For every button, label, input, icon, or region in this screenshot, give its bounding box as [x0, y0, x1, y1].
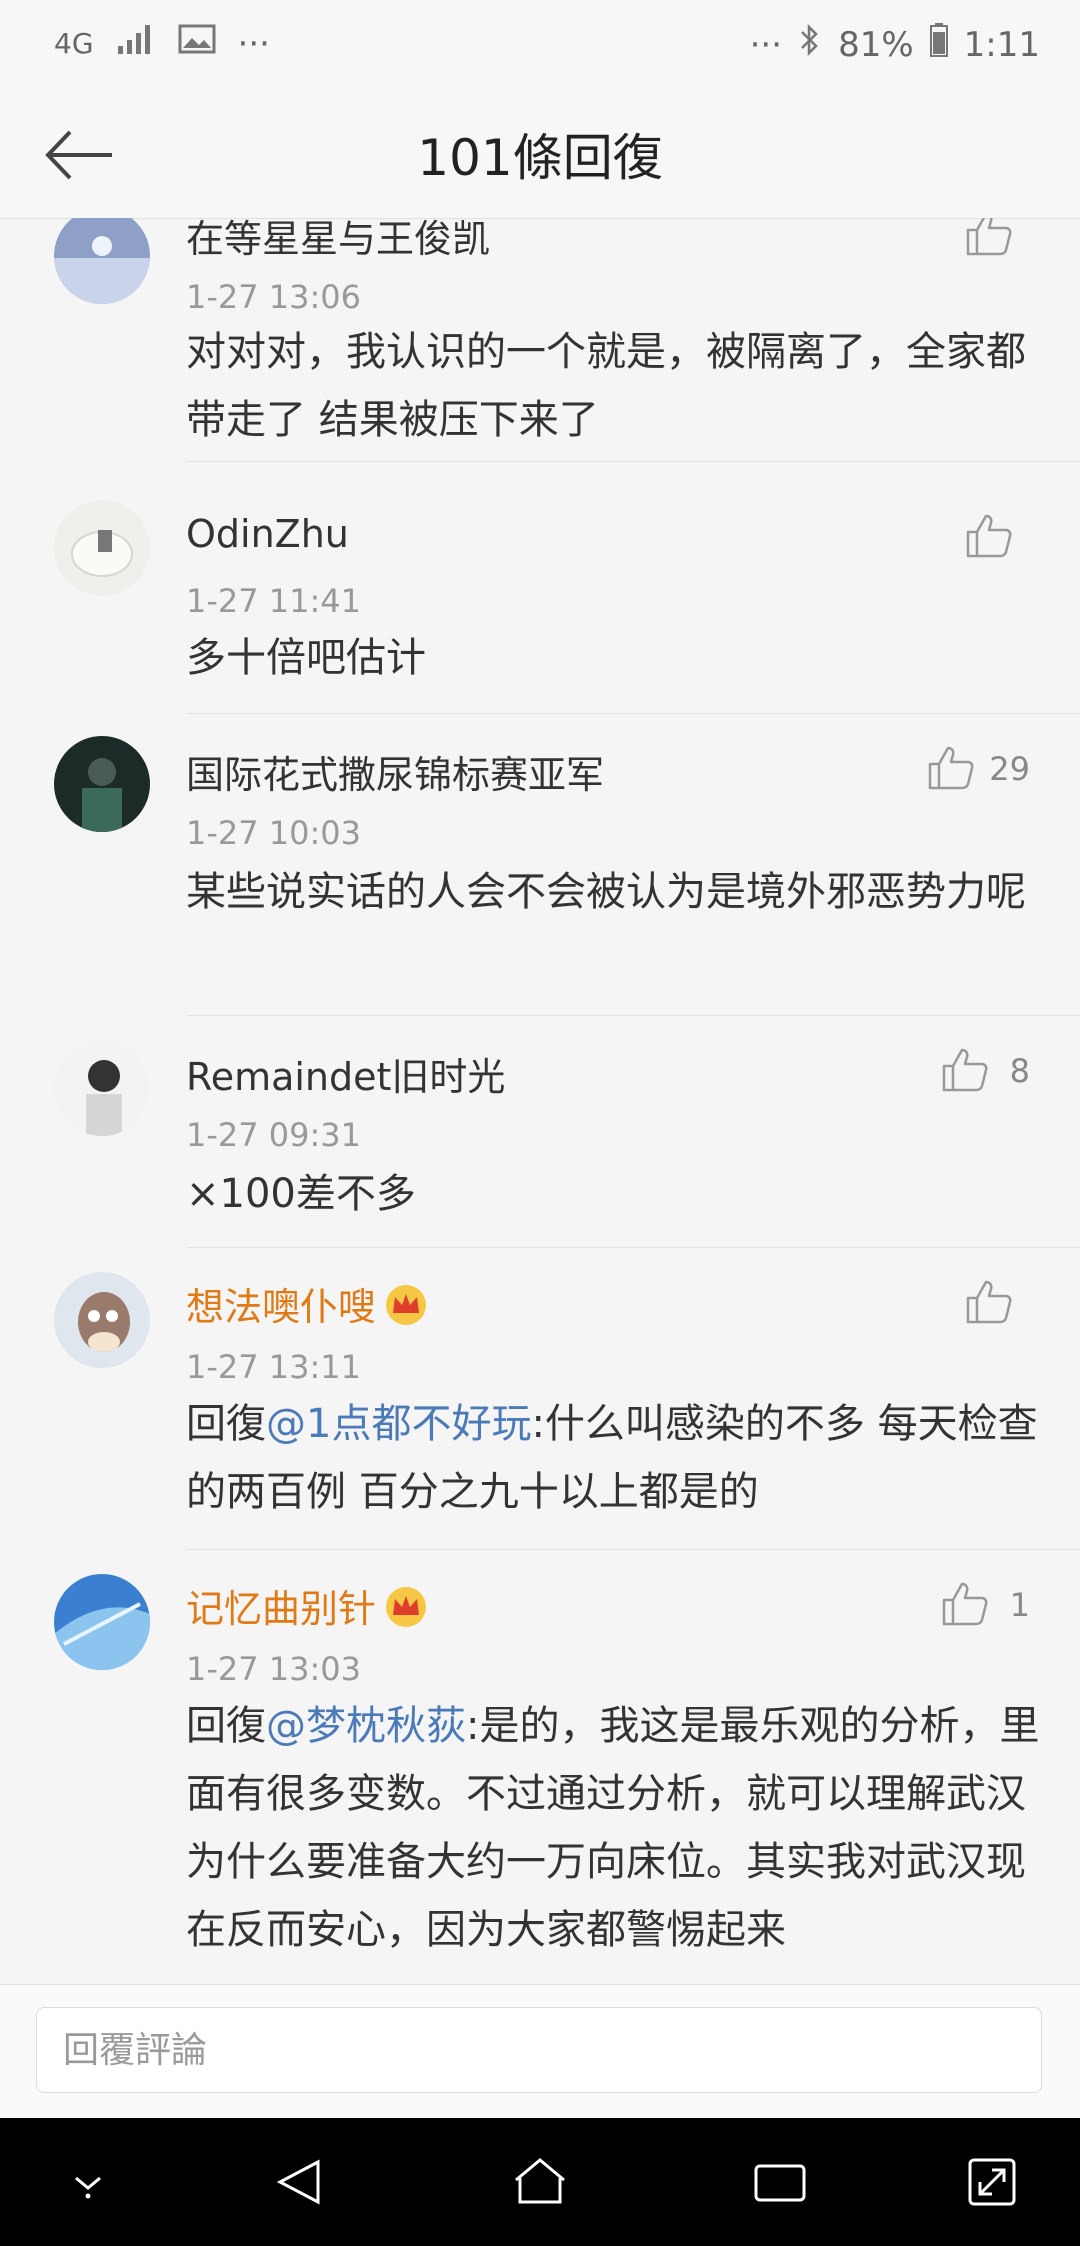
comment-item: 国际花式撒尿锦标赛亚军 1-27 10:03 某些说实话的人会不会被认为是境外邪…	[0, 714, 1080, 1016]
avatar[interactable]	[54, 218, 150, 304]
comment-text: ×100差不多	[186, 1171, 416, 1217]
vip-crown-icon	[384, 1585, 428, 1638]
comment-author-label: 想法噢仆嗖	[186, 1285, 377, 1329]
chevron-down-icon	[75, 2176, 101, 2199]
comment-time: 1-27 13:03	[186, 1650, 362, 1688]
comment-time: 1-27 11:41	[186, 582, 362, 620]
comment-author[interactable]: 记忆曲别针	[186, 1578, 428, 1638]
like-button[interactable]	[964, 218, 1014, 258]
app-bar: 101條回復	[0, 90, 1080, 219]
comment-text: 回復@梦枕秋荻:是的，我这是最乐观的分析，里面有很多变数。不过通过分析，就可以理…	[186, 1692, 1046, 1964]
reply-prefix: 回復	[186, 1401, 266, 1447]
comment-item: 在等星星与王俊凯 1-27 13:06 对对对，我认识的一个就是，被隔离了，全家…	[0, 218, 1080, 478]
comment-author[interactable]: 在等星星与王俊凯	[186, 218, 490, 263]
avatar[interactable]	[54, 1040, 150, 1136]
comment-item: Remaindet旧时光 1-27 09:31 ×100差不多 8	[0, 1016, 1080, 1248]
like-count: 8	[1009, 1052, 1030, 1090]
reply-bar: 回覆評論	[0, 1984, 1080, 2119]
like-button[interactable]	[964, 510, 1014, 560]
comment-text: 对对对，我认识的一个就是，被隔离了，全家都带走了 结果被压下来了	[186, 329, 1026, 443]
thumbs-up-icon	[966, 514, 1012, 558]
clock: 1:11	[963, 24, 1040, 65]
thumbs-up-icon	[966, 1280, 1012, 1324]
comment-time: 1-27 13:11	[186, 1348, 362, 1386]
back-nav-button[interactable]	[270, 2152, 330, 2212]
comment-author[interactable]: 国际花式撒尿锦标赛亚军	[186, 744, 604, 799]
bluetooth-icon	[798, 22, 822, 67]
like-button[interactable]	[964, 1276, 1014, 1326]
signal-icon	[116, 22, 156, 65]
thumbs-up-icon	[942, 1048, 988, 1092]
more-status-icon: ···	[749, 24, 783, 65]
avatar[interactable]	[54, 1272, 150, 1368]
vip-crown-icon	[384, 1283, 428, 1336]
comment-time: 1-27 09:31	[186, 1116, 362, 1154]
comment-author[interactable]: OdinZhu	[186, 512, 349, 556]
comment-item: 记忆曲别针 1-27 13:03 回復@梦枕秋荻:是的，我这是最乐观的分析，里面…	[0, 1550, 1080, 1984]
comment-text: 回復@1点都不好玩:什么叫感染的不多 每天检查的两百例 百分之九十以上都是的	[186, 1390, 1046, 1526]
page-title: 101條回復	[417, 129, 663, 187]
reply-input[interactable]: 回覆評論	[36, 2007, 1042, 2093]
thumbs-up-icon	[966, 218, 1012, 256]
comment-item: 想法噢仆嗖 1-27 13:11 回復@1点都不好玩:什么叫感染的不多 每天检查…	[0, 1248, 1080, 1550]
expand-icon	[968, 2158, 1016, 2206]
like-button[interactable]	[940, 1578, 990, 1628]
status-bar: 4G ··· ··· 81% 1:11	[0, 0, 1080, 90]
comment-text: 多十倍吧估计	[186, 635, 426, 681]
recents-icon	[754, 2164, 806, 2202]
expand-button[interactable]	[962, 2152, 1022, 2212]
network-type: 4G	[54, 27, 94, 60]
divider	[186, 461, 1080, 462]
comment-author-label: 记忆曲别针	[186, 1587, 377, 1631]
comment-author[interactable]: Remaindet旧时光	[186, 1046, 505, 1101]
avatar[interactable]	[54, 736, 150, 832]
like-count: 29	[989, 750, 1030, 788]
comment-time: 1-27 13:06	[186, 278, 362, 316]
reply-prefix: 回復	[186, 1703, 266, 1749]
more-notifications-icon: ···	[237, 23, 270, 64]
thumbs-up-icon	[942, 1582, 988, 1626]
home-nav-button[interactable]	[510, 2152, 570, 2212]
mention-link[interactable]: @梦枕秋荻	[266, 1703, 466, 1749]
recents-nav-button[interactable]	[750, 2152, 810, 2212]
comment-item: OdinZhu 1-27 11:41 多十倍吧估计	[0, 482, 1080, 714]
battery-icon	[929, 23, 948, 66]
avatar[interactable]	[54, 1574, 150, 1670]
like-button[interactable]	[940, 1044, 990, 1094]
like-count: 1	[1009, 1586, 1030, 1624]
battery-percent: 81%	[838, 24, 914, 65]
image-icon	[178, 23, 216, 64]
like-button[interactable]	[926, 742, 976, 792]
comment-list[interactable]: 在等星星与王俊凯 1-27 13:06 对对对，我认识的一个就是，被隔离了，全家…	[0, 218, 1080, 1984]
triangle-back-icon	[276, 2159, 320, 2205]
comment-author[interactable]: 想法噢仆嗖	[186, 1276, 428, 1336]
avatar[interactable]	[54, 500, 150, 596]
home-icon	[515, 2158, 565, 2204]
mention-link[interactable]: @1点都不好玩	[266, 1401, 531, 1447]
comment-text: 某些说实话的人会不会被认为是境外邪恶势力呢	[186, 869, 1026, 915]
hide-keyboard-button[interactable]	[58, 2152, 118, 2212]
comment-time: 1-27 10:03	[186, 814, 362, 852]
system-nav-bar	[0, 2118, 1080, 2246]
thumbs-up-icon	[928, 746, 974, 790]
